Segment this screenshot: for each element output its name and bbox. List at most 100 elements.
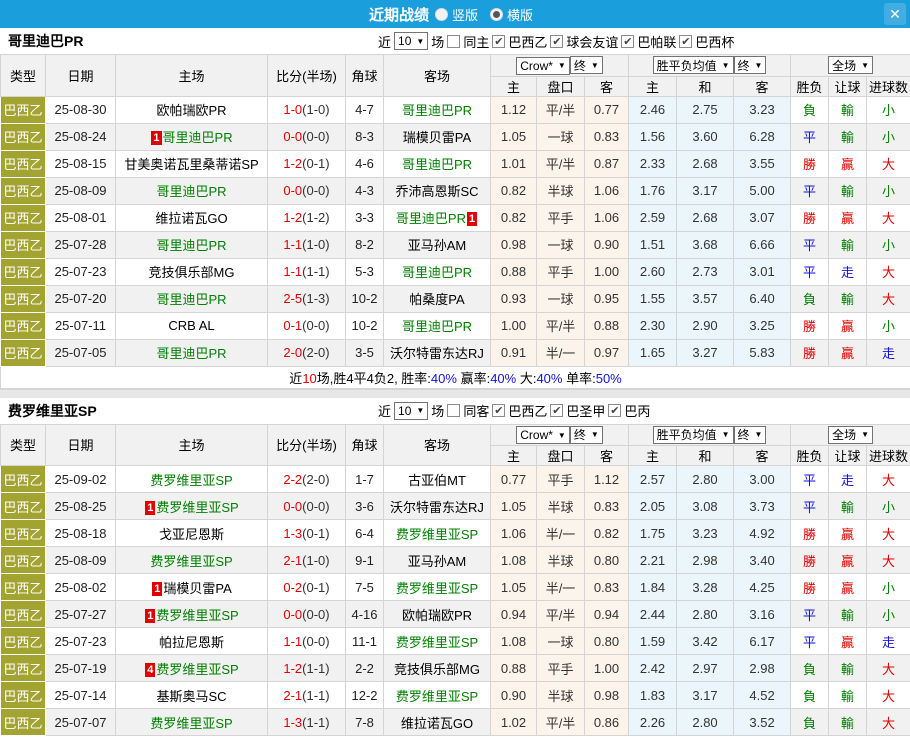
corner-cell: 10-2: [346, 285, 384, 312]
sub-column-header: 客: [585, 446, 629, 466]
odds-average-select-label: 胜平负均值: [657, 426, 717, 443]
column-header: 客场: [384, 55, 491, 97]
horizontal-layout-label[interactable]: 横版: [507, 5, 533, 24]
league-checkbox[interactable]: [679, 35, 692, 48]
rank-badge: 1: [467, 212, 477, 226]
section-header: 哥里迪巴PR近10▼场同主巴西乙球会友谊巴帕联巴西杯: [0, 28, 910, 54]
handicap-result-cell: 輸: [829, 682, 867, 709]
league-checkbox[interactable]: [608, 404, 621, 417]
match-row: 巴西乙25-07-23竞技俱乐部MG1-1(1-1)5-3哥里迪巴PR0.88平…: [1, 258, 910, 285]
full-match-select[interactable]: 全场▼: [828, 56, 873, 74]
sub-column-header: 让球: [829, 446, 867, 466]
titlebar: 近期战绩 竖版 横版 ✕: [0, 0, 910, 28]
score-cell: 2-5(1-3): [268, 285, 346, 312]
final-select[interactable]: 终▼: [734, 426, 767, 444]
corner-cell: 3-3: [346, 204, 384, 231]
summary-part: 50%: [596, 371, 622, 386]
odds-average-select[interactable]: 胜平负均值▼: [653, 56, 734, 74]
final-select[interactable]: 终▼: [570, 426, 603, 444]
match-count-select[interactable]: 10▼: [394, 402, 428, 420]
same-venue-checkbox[interactable]: [447, 35, 460, 48]
league-type-cell: 巴西乙: [1, 258, 46, 285]
team-section: 费罗维里亚SP近10▼场同客巴西乙巴圣甲巴丙类型日期主场比分(半场)角球客场Cr…: [0, 398, 910, 737]
team-label: 沃尔特雷东达RJ: [390, 500, 484, 515]
goals-result-cell: 大: [867, 466, 910, 493]
handicap-result-cell: 輸: [829, 96, 867, 123]
final-select-label: 终: [738, 57, 750, 74]
league-checkbox[interactable]: [492, 35, 505, 48]
match-row: 巴西乙25-08-15甘美奥诺瓦里桑蒂诺SP1-2(0-1)4-6哥里迪巴PR1…: [1, 150, 910, 177]
euro-draw-cell: 2.90: [677, 312, 734, 339]
league-label: 巴圣甲: [566, 401, 605, 420]
result-cell: 平: [791, 601, 829, 628]
league-checkbox[interactable]: [492, 404, 505, 417]
column-header: 比分(半场): [268, 424, 346, 466]
odds-average-select[interactable]: 胜平负均值 ▼: [653, 426, 734, 444]
league-type-cell: 巴西乙: [1, 709, 46, 736]
league-checkbox[interactable]: [621, 35, 634, 48]
sub-column-header: 主: [491, 446, 537, 466]
corner-cell: 8-2: [346, 231, 384, 258]
date-cell: 25-07-20: [46, 285, 116, 312]
handicap-result-cell: 贏: [829, 312, 867, 339]
asian-away-cell: 1.12: [585, 466, 629, 493]
chevron-down-icon: ▼: [722, 430, 730, 439]
team-label: 费罗维里亚SP: [150, 554, 232, 569]
euro-home-cell: 2.30: [629, 312, 677, 339]
result-cell: 平: [791, 466, 829, 493]
team-cell: 维拉诺瓦GO: [384, 709, 491, 736]
match-row: 巴西乙25-07-23帕拉尼恩斯1-1(0-0)11-1费罗维里亚SP1.08一…: [1, 628, 910, 655]
result-cell: 負: [791, 285, 829, 312]
euro-draw-cell: 2.73: [677, 258, 734, 285]
handicap-cell: 半/一: [537, 339, 585, 366]
euro-home-cell: 1.55: [629, 285, 677, 312]
asian-home-cell: 1.05: [491, 493, 537, 520]
corner-cell: 9-1: [346, 547, 384, 574]
close-icon[interactable]: ✕: [884, 3, 906, 25]
match-count-select[interactable]: 10▼: [394, 32, 428, 50]
euro-draw-cell: 2.75: [677, 96, 734, 123]
team-label: 瑞模贝雷PA: [163, 581, 231, 596]
team-label: CRB AL: [168, 318, 214, 333]
vertical-layout-radio[interactable]: [435, 8, 448, 21]
same-venue-checkbox[interactable]: [447, 404, 460, 417]
final-select[interactable]: 终▼: [734, 56, 767, 74]
euro-draw-cell: 2.68: [677, 150, 734, 177]
team-cell: 1瑞模贝雷PA: [116, 574, 268, 601]
asian-odds-header: Crow*▼终▼: [491, 55, 629, 77]
handicap-cell: 平/半: [537, 150, 585, 177]
score-cell: 2-0(2-0): [268, 339, 346, 366]
league-type-cell: 巴西乙: [1, 466, 46, 493]
full-match-select[interactable]: 全场▼: [828, 426, 873, 444]
column-header: 日期: [46, 55, 116, 97]
asian-away-cell: 0.80: [585, 547, 629, 574]
team-cell: CRB AL: [116, 312, 268, 339]
team-label: 维拉诺瓦GO: [155, 211, 227, 226]
horizontal-layout-radio[interactable]: [490, 8, 503, 21]
score-cell: 0-0(0-0): [268, 123, 346, 150]
asian-home-cell: 0.77: [491, 466, 537, 493]
final-select-label: 终: [574, 426, 586, 443]
final-select[interactable]: 终▼: [570, 56, 603, 74]
league-checkbox[interactable]: [550, 35, 563, 48]
team-label: 费罗维里亚SP: [156, 662, 238, 677]
match-row: 巴西乙25-07-05哥里迪巴PR2-0(2-0)3-5沃尔特雷东达RJ0.91…: [1, 339, 910, 366]
asian-away-cell: 0.95: [585, 285, 629, 312]
team-label: 哥里迪巴PR: [156, 346, 226, 361]
handicap-result-cell: 贏: [829, 628, 867, 655]
team-cell: 乔沛高恩斯SC: [384, 177, 491, 204]
bookmaker-select[interactable]: Crow*▼: [516, 57, 570, 75]
league-checkbox[interactable]: [550, 404, 563, 417]
euro-home-cell: 2.42: [629, 655, 677, 682]
vertical-layout-label[interactable]: 竖版: [452, 5, 478, 24]
score-cell: 0-1(0-0): [268, 312, 346, 339]
handicap-result-cell: 輸: [829, 601, 867, 628]
asian-away-cell: 1.06: [585, 177, 629, 204]
league-type-cell: 巴西乙: [1, 312, 46, 339]
bookmaker-select[interactable]: Crow*▼: [516, 426, 570, 444]
euro-draw-cell: 3.60: [677, 123, 734, 150]
team-cell: 帕拉尼恩斯: [116, 628, 268, 655]
match-row: 巴西乙25-08-01维拉诺瓦GO1-2(1-2)3-3哥里迪巴PR10.82平…: [1, 204, 910, 231]
league-type-cell: 巴西乙: [1, 493, 46, 520]
team-label: 竞技俱乐部MG: [149, 265, 235, 280]
